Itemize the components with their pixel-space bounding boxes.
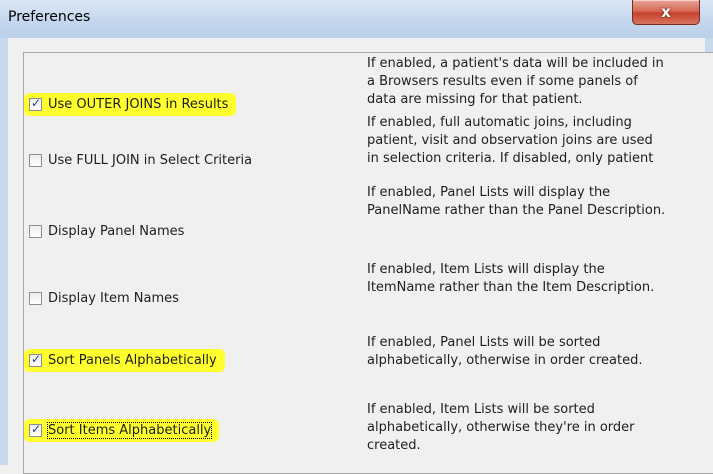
description-line: PanelName rather than the Panel Descript… bbox=[367, 203, 666, 218]
description-line: in selection criteria. If disabled, only… bbox=[367, 151, 654, 166]
close-icon: x bbox=[661, 3, 671, 21]
option-item-names[interactable]: Display Item Names bbox=[24, 287, 187, 310]
description-line: If enabled, Panel Lists will be sorted bbox=[367, 335, 601, 350]
description-line: data are missing for that patient. bbox=[367, 92, 583, 107]
description-line: patient, visit and observation joins are… bbox=[367, 133, 653, 148]
option-sort-items[interactable]: Sort Items Alphabetically bbox=[24, 419, 220, 442]
full-join-checkbox[interactable] bbox=[29, 154, 42, 167]
option-sort-panels[interactable]: Sort Panels Alphabetically bbox=[24, 349, 225, 372]
preferences-content: Use OUTER JOINS in Results If enabled, a… bbox=[8, 38, 713, 474]
description-line: If enabled, full automatic joins, includ… bbox=[367, 115, 632, 130]
item-names-description: If enabled, Item Lists will display the … bbox=[367, 261, 713, 297]
description-line: created. bbox=[367, 438, 421, 453]
option-panel-names[interactable]: Display Panel Names bbox=[24, 220, 192, 243]
description-line: alphabetically, otherwise they're in ord… bbox=[367, 420, 635, 435]
panel-names-label[interactable]: Display Panel Names bbox=[48, 224, 184, 239]
option-outer-joins[interactable]: Use OUTER JOINS in Results bbox=[24, 93, 237, 116]
option-full-join[interactable]: Use FULL JOIN in Select Criteria bbox=[24, 149, 260, 172]
title-bar: Preferences x bbox=[0, 0, 713, 39]
item-names-label[interactable]: Display Item Names bbox=[48, 291, 179, 306]
description-line: alphabetically, otherwise in order creat… bbox=[367, 353, 643, 368]
window-title: Preferences bbox=[8, 9, 91, 25]
outer-joins-description: If enabled, a patient's data will be inc… bbox=[367, 55, 713, 109]
description-line: If enabled, Item Lists will be sorted bbox=[367, 402, 595, 417]
close-button[interactable]: x bbox=[632, 0, 700, 25]
sort-panels-label[interactable]: Sort Panels Alphabetically bbox=[48, 353, 217, 368]
window-frame-left bbox=[0, 38, 8, 465]
description-line: If enabled, Item Lists will display the bbox=[367, 262, 605, 277]
full-join-description: If enabled, full automatic joins, includ… bbox=[367, 114, 713, 168]
description-line: ItemName rather than the Item Descriptio… bbox=[367, 280, 655, 295]
description-line: If enabled, Panel Lists will display the bbox=[367, 185, 611, 200]
sort-items-label[interactable]: Sort Items Alphabetically bbox=[46, 422, 213, 439]
sort-panels-checkbox[interactable] bbox=[29, 352, 42, 367]
item-names-checkbox[interactable] bbox=[29, 292, 42, 305]
description-line: If enabled, a patient's data will be inc… bbox=[367, 56, 664, 71]
sort-items-checkbox[interactable] bbox=[29, 422, 42, 437]
full-join-label[interactable]: Use FULL JOIN in Select Criteria bbox=[48, 153, 252, 168]
outer-joins-label[interactable]: Use OUTER JOINS in Results bbox=[48, 97, 228, 112]
preferences-group: Use OUTER JOINS in Results If enabled, a… bbox=[23, 52, 713, 474]
sort-panels-description: If enabled, Panel Lists will be sorted a… bbox=[367, 334, 713, 370]
description-line: a Browsers results even if some panels o… bbox=[367, 74, 638, 89]
outer-joins-checkbox[interactable] bbox=[29, 96, 42, 111]
panel-names-description: If enabled, Panel Lists will display the… bbox=[367, 184, 713, 220]
panel-names-checkbox[interactable] bbox=[29, 225, 42, 238]
sort-items-description: If enabled, Item Lists will be sorted al… bbox=[367, 401, 713, 455]
